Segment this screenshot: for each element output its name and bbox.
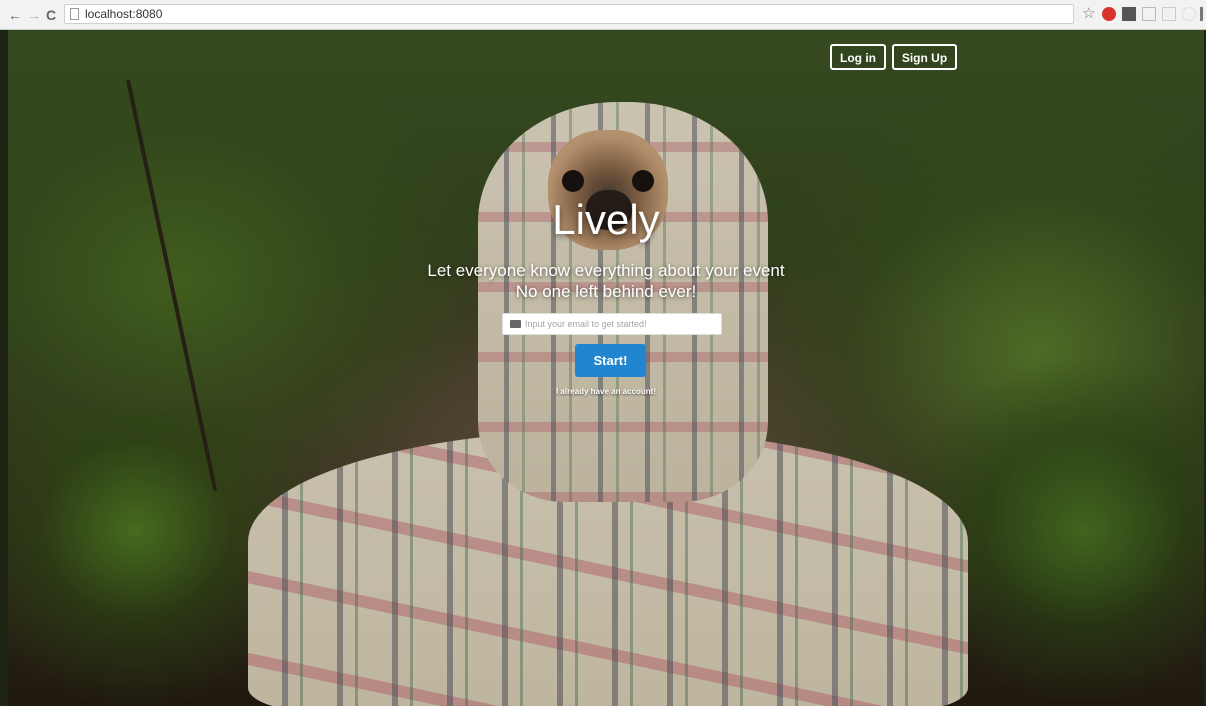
address-bar[interactable]: localhost:8080	[64, 4, 1074, 24]
address-url: localhost:8080	[85, 7, 163, 21]
extension-icon[interactable]	[1142, 7, 1156, 21]
forward-arrow-icon[interactable]: →	[27, 6, 41, 24]
extension-icon[interactable]	[1122, 7, 1136, 21]
menu-dots-icon[interactable]	[1200, 7, 1203, 21]
extension-icon[interactable]	[1182, 7, 1196, 21]
start-button[interactable]: Start!	[575, 344, 646, 377]
signup-button[interactable]: Sign Up	[892, 44, 957, 70]
bookmark-star-icon[interactable]: ☆	[1082, 5, 1095, 23]
tagline-line-1: Let everyone know everything about your …	[427, 261, 785, 280]
browser-toolbar: ← → C localhost:8080 ☆	[0, 0, 1206, 30]
extension-icon[interactable]	[1162, 7, 1176, 21]
email-input[interactable]	[525, 314, 717, 334]
reload-icon[interactable]: C	[46, 6, 56, 24]
back-arrow-icon[interactable]: ←	[8, 6, 22, 24]
page-icon	[70, 8, 79, 20]
pocket-extension-icon[interactable]	[1102, 7, 1116, 21]
mail-icon	[510, 320, 521, 328]
tagline-line-2: No one left behind ever!	[515, 282, 697, 301]
email-field-wrapper	[502, 313, 722, 335]
page-title: Lively	[552, 196, 660, 243]
existing-account-link[interactable]: I already have an account!	[8, 387, 1204, 396]
login-button[interactable]: Log in	[830, 44, 886, 70]
hero-section: Log in Sign Up Lively Let everyone know …	[8, 30, 1204, 706]
